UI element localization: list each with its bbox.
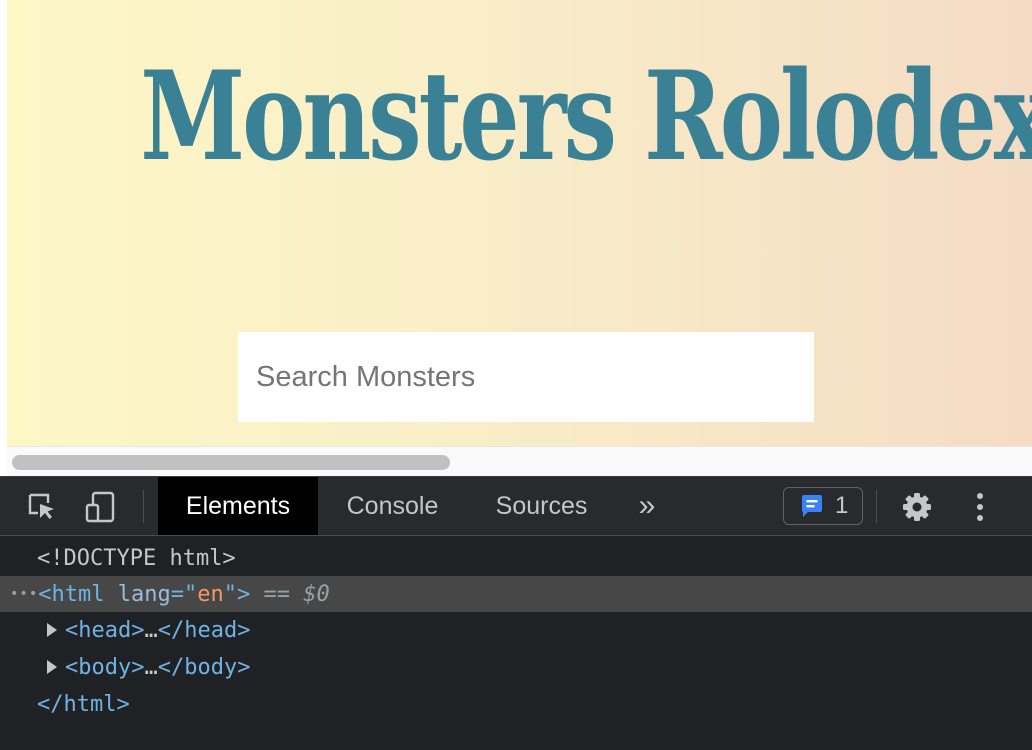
body-close-tag: </body>	[157, 654, 251, 680]
dom-node-head[interactable]: <head>… </head>	[0, 612, 1032, 648]
dom-node-doctype[interactable]: <!DOCTYPE html>	[0, 540, 1032, 576]
selected-equals: ==	[263, 581, 291, 607]
page-title: Monsters Rolodex	[140, 45, 1032, 189]
html-open-tag: <html	[38, 581, 105, 607]
more-tabs-icon[interactable]: »	[630, 477, 664, 535]
dom-node-html-close[interactable]: </html>	[0, 686, 1032, 722]
doctype-text: <!DOCTYPE html>	[37, 545, 236, 571]
tab-sources[interactable]: Sources	[475, 477, 608, 535]
expand-triangle-icon[interactable]	[47, 623, 57, 637]
head-open-tag: <head>	[65, 617, 145, 643]
dom-node-body[interactable]: <body>… </body>	[0, 649, 1032, 685]
toolbar-divider	[876, 490, 877, 523]
lang-attribute-close: ">	[223, 581, 251, 607]
issues-button[interactable]: 1	[783, 487, 863, 525]
dom-node-html-selected[interactable]: ••• <html lang =" en "> == $0	[0, 576, 1032, 612]
html-close-tag: </html>	[37, 691, 130, 717]
issues-message-icon	[802, 495, 822, 517]
settings-gear-icon[interactable]	[899, 489, 935, 525]
kebab-menu-icon[interactable]	[962, 489, 998, 525]
tab-console[interactable]: Console	[326, 477, 459, 535]
body-open-tag: <body>	[65, 654, 145, 680]
toolbar-divider	[143, 490, 144, 523]
selected-variable: $0	[303, 581, 330, 607]
device-toolbar-icon[interactable]	[83, 489, 119, 525]
expand-triangle-icon[interactable]	[47, 660, 57, 674]
devtools-toolbar: Elements Console Sources » 1	[0, 476, 1032, 536]
lang-attribute-name: lang	[117, 581, 171, 607]
head-close-tag: </head>	[157, 617, 251, 643]
body-ellipsis: …	[144, 654, 158, 680]
horizontal-scrollbar[interactable]	[7, 446, 1032, 476]
search-monsters-input[interactable]	[238, 332, 814, 422]
lang-attribute-eq: ="	[170, 581, 198, 607]
scrollbar-thumb[interactable]	[12, 455, 450, 470]
app-page: Monsters Rolodex	[7, 0, 1032, 446]
elements-dom-tree: <!DOCTYPE html> ••• <html lang =" en "> == $…	[0, 536, 1032, 750]
viewport-left-edge	[0, 0, 7, 476]
inspect-element-icon[interactable]	[24, 489, 60, 525]
node-actions-ellipsis-icon[interactable]: •••	[10, 586, 38, 602]
issues-count: 1	[835, 492, 849, 519]
head-ellipsis: …	[144, 617, 158, 643]
lang-attribute-value: en	[197, 581, 224, 607]
tab-elements[interactable]: Elements	[158, 477, 318, 535]
